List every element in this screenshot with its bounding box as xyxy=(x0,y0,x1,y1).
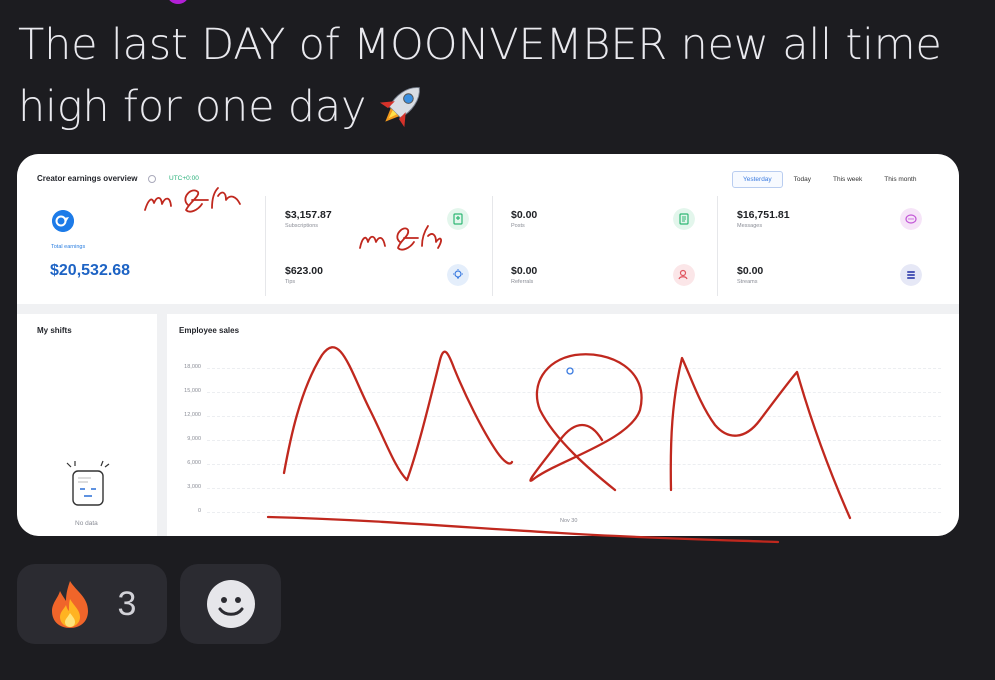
tab-yesterday[interactable]: Yesterday xyxy=(732,171,783,188)
reaction-count: 3 xyxy=(117,584,137,623)
caption-line-1: The last DAY of MOONVEMBER new all time xyxy=(18,20,942,70)
metric-label: Tips xyxy=(285,279,296,285)
y-tick-label: 6,000 xyxy=(187,460,201,466)
caption-line-2-text: high for one day xyxy=(18,82,367,132)
tab-today[interactable]: Today xyxy=(783,171,822,188)
period-tabs: Yesterday Today This week This month xyxy=(732,171,927,188)
y-tick-label: 9,000 xyxy=(187,436,201,442)
metric-value: $0.00 xyxy=(511,209,538,221)
y-tick-label: 18,000 xyxy=(184,364,201,370)
y-tick-label: 12,000 xyxy=(184,412,201,418)
timezone-label: UTC+0:00 xyxy=(169,175,199,182)
metric-label: Posts xyxy=(511,223,525,229)
streams-icon xyxy=(900,264,922,286)
metric-value: $3,157.87 xyxy=(285,209,332,221)
avatar-fragment xyxy=(168,0,188,4)
gridline xyxy=(207,512,941,513)
gridline xyxy=(207,488,941,489)
tab-this-week[interactable]: This week xyxy=(822,171,873,188)
metric-label: Referrals xyxy=(511,279,534,285)
metric-subscriptions: $3,157.87 Subscriptions xyxy=(285,209,332,229)
metric-tips: $623.00 Tips xyxy=(285,265,323,285)
metric-referrals: $0.00 Referrals xyxy=(511,265,537,285)
info-icon[interactable] xyxy=(148,175,156,183)
gridline xyxy=(207,416,941,417)
metric-value: $16,751.81 xyxy=(737,209,790,221)
shifts-title: My shifts xyxy=(37,326,72,335)
metric-posts: $0.00 Posts xyxy=(511,209,537,229)
reaction-fire-button[interactable]: 3 xyxy=(17,564,167,644)
post-caption: The last DAY of MOONVEMBER new all time … xyxy=(18,14,978,138)
metric-label: Messages xyxy=(737,223,763,229)
employee-sales-card: Employee sales 18,000 15,000 12,000 9,00… xyxy=(167,314,959,536)
add-reaction-button[interactable] xyxy=(180,564,281,644)
posts-icon xyxy=(673,208,695,230)
no-data-text: No data xyxy=(75,520,98,527)
y-tick-label: 15,000 xyxy=(184,388,201,394)
my-shifts-card: My shifts No data xyxy=(17,314,157,536)
x-tick-label: Nov 30 xyxy=(560,518,578,524)
metric-value: $0.00 xyxy=(737,265,764,277)
total-earnings-value: $20,532.68 xyxy=(50,262,131,279)
y-tick-label: 0 xyxy=(197,508,201,514)
empty-document-icon xyxy=(66,460,110,506)
metric-label: Subscriptions xyxy=(285,223,319,229)
messages-icon xyxy=(900,208,922,230)
gridline xyxy=(207,464,941,465)
metric-value: $0.00 xyxy=(511,265,538,277)
divider xyxy=(492,196,493,296)
total-earnings-label: Total earnings xyxy=(51,244,86,250)
tips-icon xyxy=(447,264,469,286)
gridline xyxy=(207,440,941,441)
gridline xyxy=(207,392,941,393)
fire-icon xyxy=(51,581,88,628)
subscriptions-icon xyxy=(447,208,469,230)
metric-messages: $16,751.81 Messages xyxy=(737,209,790,229)
tab-this-month[interactable]: This month xyxy=(873,171,927,188)
metric-value: $623.00 xyxy=(285,265,323,277)
divider xyxy=(265,196,266,296)
caption-line-2: high for one day xyxy=(18,76,978,138)
divider xyxy=(717,196,718,296)
rocket-icon xyxy=(380,87,421,128)
sales-title: Employee sales xyxy=(179,326,240,335)
metric-label: Streams xyxy=(737,279,758,285)
earnings-overview-card: Creator earnings overview UTC+0:00 Yeste… xyxy=(17,154,959,304)
metric-streams: $0.00 Streams xyxy=(737,265,763,285)
referrals-icon xyxy=(673,264,695,286)
gridline xyxy=(207,368,941,369)
brand-logo-icon xyxy=(52,210,74,232)
y-tick-label: 3,000 xyxy=(187,484,201,490)
dashboard-screenshot: Creator earnings overview UTC+0:00 Yeste… xyxy=(17,154,959,536)
smiley-add-icon xyxy=(206,580,255,628)
overview-title: Creator earnings overview xyxy=(37,174,138,183)
